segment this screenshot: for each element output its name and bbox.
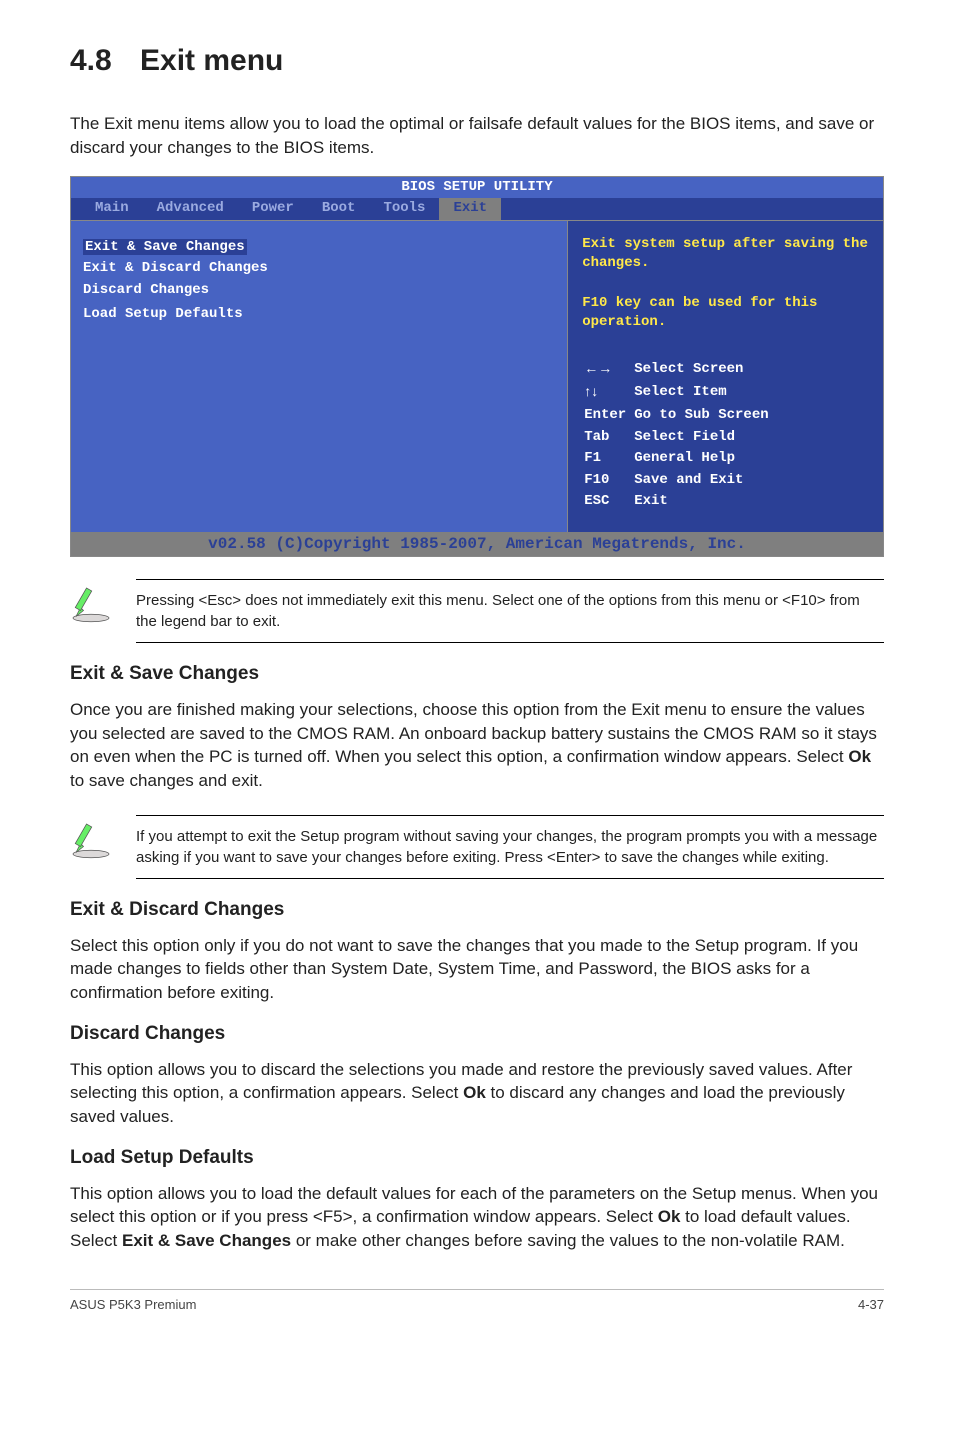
note-text: Pressing <Esc> does not immediately exit…: [136, 579, 884, 643]
section-number: 4.8: [70, 40, 140, 82]
subheading-defaults: Load Setup Defaults: [70, 1145, 884, 1172]
section-title-text: Exit menu: [140, 44, 283, 77]
bios-item[interactable]: Exit & Save Changes: [83, 237, 555, 259]
help-line: Exit system setup after saving the chang…: [582, 236, 868, 272]
menu-item-exit[interactable]: Exit: [439, 198, 501, 220]
note-text: If you attempt to exit the Setup program…: [136, 815, 884, 879]
bold-text: Ok: [848, 747, 871, 766]
bold-text: Ok: [658, 1207, 681, 1226]
bios-key-legend: ←→ Select Screen ↑↓ Select Item EnterGo to…: [568, 347, 883, 532]
text: to save changes and exit.: [70, 771, 263, 790]
paragraph-discard-exit: Select this option only if you do not wa…: [70, 934, 884, 1005]
legend-row: F1General Help: [584, 449, 774, 469]
bios-menu-bar: Main Advanced Power Boot Tools Exit: [71, 198, 883, 220]
help-line: F10 key can be used for this operation.: [582, 295, 817, 331]
note-box: If you attempt to exit the Setup program…: [70, 815, 884, 879]
legend-row: F10Save and Exit: [584, 471, 774, 491]
legend-table: ←→ Select Screen ↑↓ Select Item EnterGo to…: [582, 357, 776, 514]
legend-label: General Help: [634, 449, 774, 469]
bios-body: Exit & Save Changes Exit & Discard Chang…: [71, 220, 883, 532]
legend-label: Select Item: [634, 382, 774, 404]
text: or make other changes before saving the …: [291, 1231, 845, 1250]
bios-item-discard[interactable]: Discard Changes: [83, 280, 555, 302]
legend-key: Enter: [584, 406, 632, 426]
page-title: 4.8Exit menu: [70, 40, 884, 82]
bold-text: Ok: [463, 1083, 486, 1102]
bios-item-save: Exit & Save Changes: [83, 239, 247, 255]
menu-item-boot[interactable]: Boot: [308, 198, 370, 220]
menu-item-main[interactable]: Main: [81, 198, 143, 220]
legend-key: F10: [584, 471, 632, 491]
legend-label: Select Screen: [634, 359, 774, 381]
legend-row: ←→ Select Screen: [584, 359, 774, 381]
bios-item-defaults[interactable]: Load Setup Defaults: [83, 304, 555, 326]
legend-row: TabSelect Field: [584, 428, 774, 448]
legend-row: ESCExit: [584, 492, 774, 512]
paragraph-discard: This option allows you to discard the se…: [70, 1058, 884, 1129]
intro-paragraph: The Exit menu items allow you to load th…: [70, 112, 884, 160]
subheading-discard: Discard Changes: [70, 1021, 884, 1048]
legend-label: Exit: [634, 492, 774, 512]
menu-item-advanced[interactable]: Advanced: [143, 198, 238, 220]
footer-right: 4-37: [858, 1296, 884, 1314]
legend-row: EnterGo to Sub Screen: [584, 406, 774, 426]
bios-header: BIOS SETUP UTILITY: [71, 177, 883, 199]
bios-footer: v02.58 (C)Copyright 1985-2007, American …: [70, 532, 884, 557]
legend-label: Save and Exit: [634, 471, 774, 491]
bold-text: Exit & Save Changes: [122, 1231, 291, 1250]
arrow-up-down-icon: ↑↓: [584, 382, 598, 402]
footer-left: ASUS P5K3 Premium: [70, 1296, 196, 1314]
pencil-icon: [70, 815, 118, 870]
legend-label: Go to Sub Screen: [634, 406, 774, 426]
legend-key: Tab: [584, 428, 632, 448]
bios-item-discard-exit[interactable]: Exit & Discard Changes: [83, 258, 555, 280]
bios-panel: BIOS SETUP UTILITY Main Advanced Power B…: [70, 176, 884, 532]
arrow-left-right-icon: ←→: [584, 359, 612, 379]
bios-help-panel: Exit system setup after saving the chang…: [567, 221, 883, 532]
page-footer: ASUS P5K3 Premium 4-37: [70, 1289, 884, 1314]
bios-help-text: Exit system setup after saving the chang…: [568, 221, 883, 347]
menu-item-tools[interactable]: Tools: [369, 198, 439, 220]
paragraph-defaults: This option allows you to load the defau…: [70, 1182, 884, 1253]
document-page: 4.8Exit menu The Exit menu items allow y…: [0, 0, 954, 1344]
legend-label: Select Field: [634, 428, 774, 448]
bios-item-list: Exit & Save Changes Exit & Discard Chang…: [71, 221, 567, 532]
paragraph-save: Once you are finished making your select…: [70, 698, 884, 793]
note-box: Pressing <Esc> does not immediately exit…: [70, 579, 884, 643]
subheading-save: Exit & Save Changes: [70, 661, 884, 688]
legend-row: ↑↓ Select Item: [584, 382, 774, 404]
subheading-discard-exit: Exit & Discard Changes: [70, 897, 884, 924]
legend-key: ESC: [584, 492, 632, 512]
menu-item-power[interactable]: Power: [238, 198, 308, 220]
legend-key: F1: [584, 449, 632, 469]
pencil-icon: [70, 579, 118, 634]
text: Once you are finished making your select…: [70, 700, 877, 767]
